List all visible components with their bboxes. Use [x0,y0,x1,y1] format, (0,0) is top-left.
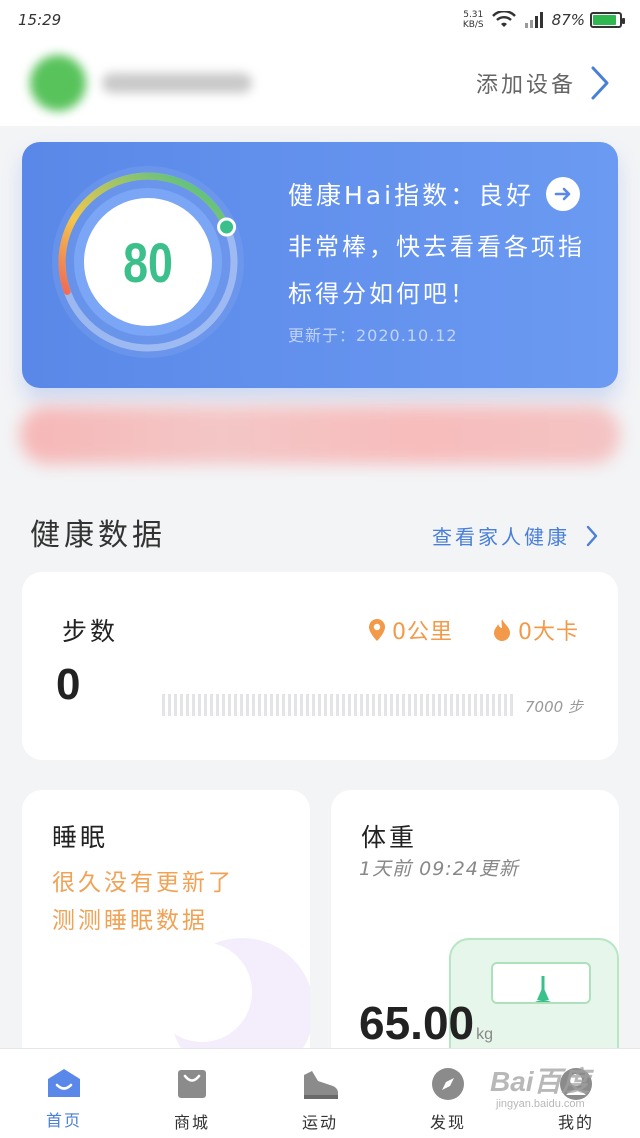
steps-calories: 0大卡 [492,614,579,646]
redacted-banner [20,406,620,464]
shopping-bag-icon [178,1070,206,1098]
status-time: 15:29 [18,11,62,29]
status-icons: 5.31 KB/S 87% [463,10,625,30]
weight-value-row: 65.00 kg [359,996,493,1050]
flame-icon [494,619,510,641]
family-health-label: 查看家人健康 [432,525,570,549]
network-speed: 5.31 KB/S [463,10,484,30]
status-bar: 15:29 5.31 KB/S 87% [0,0,640,40]
health-data-title: 健康数据 [30,518,166,553]
header: 添加设备 [0,40,640,126]
network-speed-unit: KB/S [462,20,484,30]
nav-mall[interactable]: 商城 [128,1049,256,1138]
health-detail-arrow-button[interactable] [546,177,581,211]
network-speed-value: 5.31 [463,10,484,20]
nav-mall-label: 商城 [173,1113,210,1132]
sleep-title: 睡眠 [52,823,109,852]
username-redacted [102,73,252,93]
steps-goal: 7000 步 [525,698,583,716]
battery-percent: 87% [551,11,585,29]
weight-value: 65.00 [359,997,475,1049]
shoe-icon [304,1071,338,1099]
weight-title: 体重 [361,823,418,852]
steps-distance: 0公里 [368,614,453,646]
add-device-button[interactable]: 添加设备 [476,65,610,101]
sleep-card[interactable]: 睡眠 很久没有更新了 测测睡眠数据 [22,790,310,1080]
health-index-description: 非常棒，快去看看各项指标得分如何吧！ [288,233,585,308]
nav-profile-label: 我的 [557,1113,594,1132]
scale-display [491,962,591,1004]
nav-home[interactable]: 首页 [0,1049,128,1138]
avatar[interactable] [30,55,86,111]
family-health-link[interactable]: 查看家人健康 [432,521,598,550]
steps-label: 步数 [62,617,119,646]
nav-home-label: 首页 [45,1111,82,1130]
health-index-updated: 更新于：2020.10.12 [288,326,458,345]
nav-discover[interactable]: 发现 [384,1049,512,1138]
health-score-gauge: 80 [48,162,248,362]
chevron-right-icon [591,66,609,100]
compass-icon [432,1068,464,1100]
steps-calories-value: 0大卡 [518,620,579,645]
chevron-right-icon [586,525,598,546]
weight-unit: kg [476,1026,494,1043]
sleep-message: 很久没有更新了 测测睡眠数据 [52,864,234,940]
weight-card[interactable]: 体重 1天前 09:24更新 65.00 kg [331,790,619,1080]
sleep-message-line-1: 很久没有更新了 [52,870,234,896]
battery-level-fill [593,15,616,25]
scale-needle-icon [535,976,551,1002]
nav-sports-label: 运动 [301,1113,338,1132]
weight-updated: 1天前 09:24更新 [359,858,519,880]
nav-sports[interactable]: 运动 [256,1049,384,1138]
nav-discover-label: 发现 [429,1113,466,1132]
steps-distance-value: 0公里 [392,620,453,645]
wifi-icon [491,11,516,27]
nav-profile[interactable]: 我的 [512,1049,640,1138]
steps-card[interactable]: 步数 0 0公里 0大卡 7000 步 [22,572,618,760]
health-index-title: 健康Hai指数：良好 [288,181,535,210]
arrow-right-icon [554,187,571,201]
location-pin-icon [369,619,385,641]
steps-progress-bar [162,694,514,716]
battery-icon [590,12,625,28]
add-device-label: 添加设备 [475,73,576,98]
cellular-signal-icon [524,12,543,28]
user-icon [560,1068,592,1100]
bottom-nav: 首页 商城 运动 发现 我的 [0,1048,640,1138]
health-index-card[interactable]: 80 健康Hai指数：良好 非常棒，快去看看各项指标得分如何吧！ 更新于：202… [22,142,618,388]
battery-status: 87% [551,11,625,29]
health-score-value: 80 [123,230,173,294]
home-icon [48,1069,80,1097]
steps-value: 0 [56,660,81,709]
health-index-title-row: 健康Hai指数：良好 [288,176,581,212]
